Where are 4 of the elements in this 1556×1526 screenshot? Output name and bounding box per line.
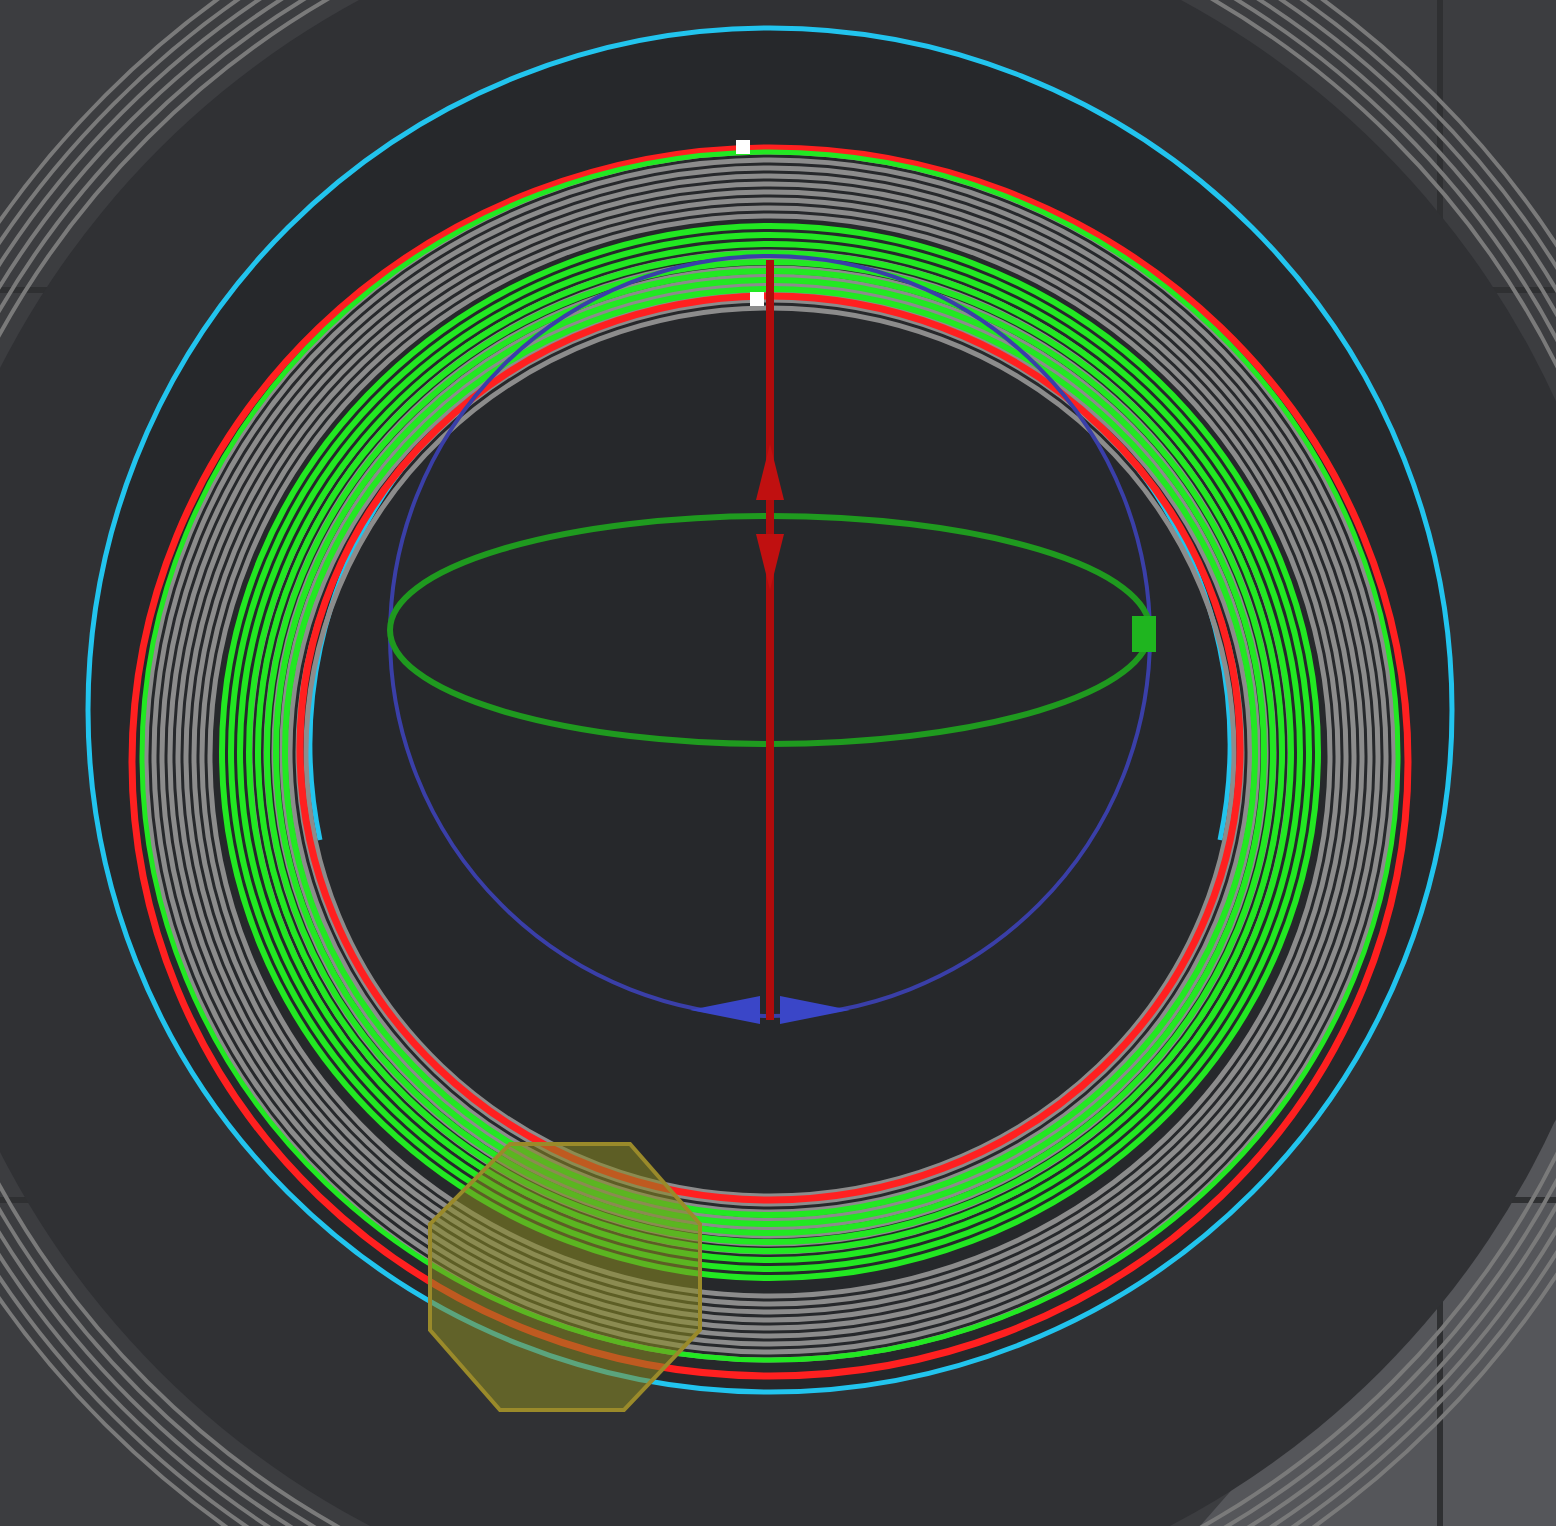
seam-marker-icon	[736, 140, 750, 154]
seam-marker-icon	[750, 292, 764, 306]
nozzle-marker-icon	[428, 1142, 702, 1412]
rotate-gizmo-drawing[interactable]	[387, 254, 1156, 1024]
